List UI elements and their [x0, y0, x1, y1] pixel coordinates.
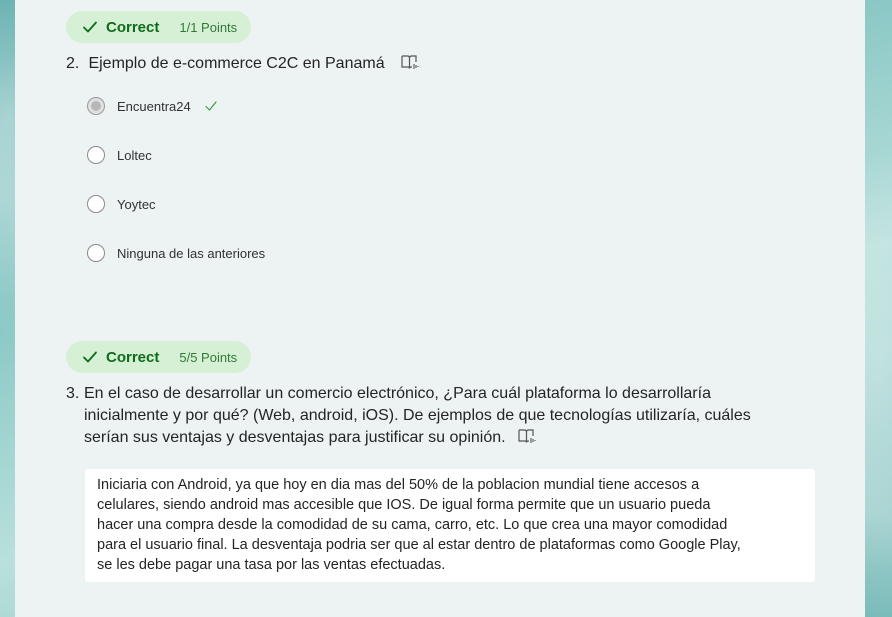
radio-button[interactable]: [87, 146, 105, 164]
q3-answer-textbox[interactable]: Iniciaria con Android, ya que hoy en dia…: [85, 469, 815, 582]
q2-title: 2. Ejemplo de e-commerce C2C en Panamá: [66, 53, 419, 75]
q2-points: 1/1 Points: [179, 19, 238, 35]
q3-title-line-2: inicialmente y por qué? (Web, android, i…: [84, 407, 751, 424]
q2-title-text: Ejemplo de e-commerce C2C en Panamá: [88, 55, 385, 72]
q2-status-label: Correct: [106, 18, 160, 36]
q2-option-2[interactable]: Loltec: [87, 144, 152, 166]
option-label: Encuentra24: [117, 98, 191, 114]
q3-number: 3.: [66, 385, 80, 402]
answer-line-5: se les debe pagar una tasa por las venta…: [97, 557, 446, 573]
immersive-reader-icon[interactable]: [401, 54, 419, 70]
radio-button[interactable]: [87, 195, 105, 213]
q2-number: 2.: [66, 55, 80, 72]
q3-points: 5/5 Points: [179, 349, 238, 365]
q2-option-1[interactable]: Encuentra24: [87, 95, 217, 117]
correct-answer-check-icon: [205, 101, 217, 111]
q3-title: 3. En el caso de desarrollar un comercio…: [66, 383, 751, 449]
q2-correct-badge: Correct 1/1 Points: [66, 11, 252, 43]
option-label: Yoytec: [117, 196, 156, 212]
radio-button[interactable]: [87, 244, 105, 262]
checkmark-icon: [83, 21, 97, 33]
answer-line-1: Iniciaria con Android, ya que hoy en dia…: [97, 477, 700, 493]
q2-option-4[interactable]: Ninguna de las anteriores: [87, 242, 265, 264]
q3-title-line-1: En el caso de desarrollar un comercio el…: [84, 385, 711, 402]
q3-status-label: Correct: [106, 348, 160, 366]
answer-line-4: para el usuario final. La desventaja pod…: [97, 537, 741, 553]
option-label: Ninguna de las anteriores: [117, 245, 266, 261]
radio-button[interactable]: [87, 97, 105, 115]
checkmark-icon: [83, 351, 97, 363]
q3-correct-badge: Correct 5/5 Points: [66, 341, 252, 373]
q2-option-3[interactable]: Yoytec: [87, 193, 156, 215]
q3-title-line-3-text: serían sus ventajas y desventajas para j…: [84, 429, 506, 446]
immersive-reader-icon[interactable]: [517, 428, 536, 444]
answer-line-2: celulares, siendo android mas accesible …: [97, 497, 711, 513]
answer-line-3: hacer una compra desde la comodidad de s…: [97, 517, 728, 533]
option-label: Loltec: [117, 147, 152, 163]
q3-title-line-3: serían sus ventajas y desventajas para j…: [84, 427, 751, 449]
